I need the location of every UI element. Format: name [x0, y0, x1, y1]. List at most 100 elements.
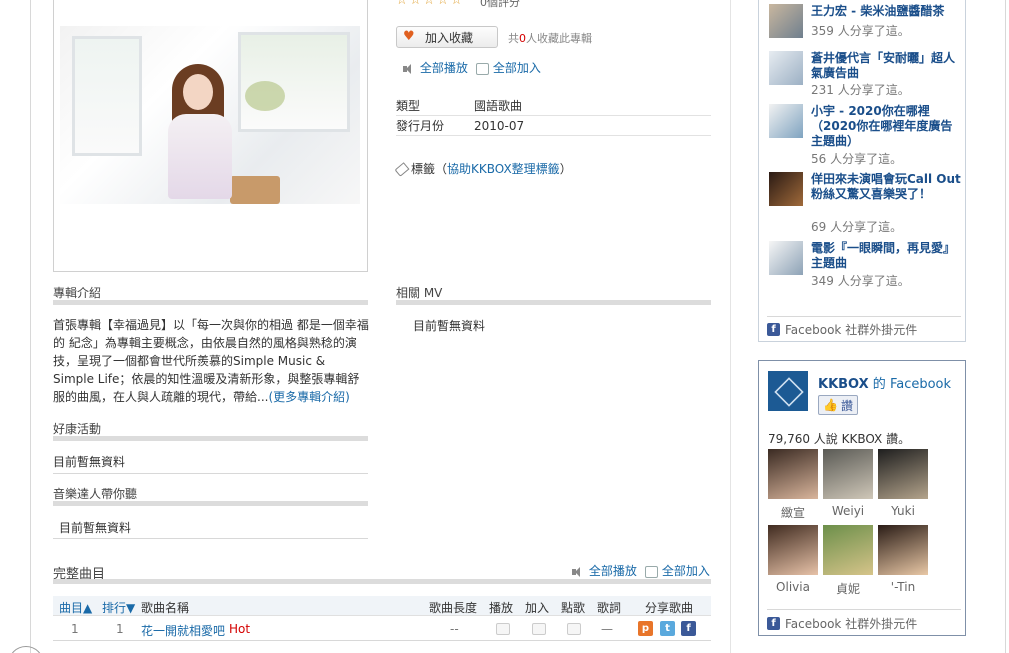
col-length: 歌曲長度 — [429, 601, 478, 615]
track-rank: 1 — [116, 622, 124, 636]
col-song-name: 歌曲名稱 — [141, 601, 190, 615]
share-count: 56 人分享了這。 — [811, 152, 903, 166]
events-empty-text: 目前暫無資料 — [53, 455, 126, 469]
mv-section-rule — [396, 300, 711, 305]
kkbox-logo-icon[interactable] — [768, 371, 808, 411]
share-count: 349 人分享了這。 — [811, 274, 910, 288]
help-tag-link[interactable]: 協助KKBOX整理標籤 — [447, 162, 560, 176]
facebook-activity-box: 王力宏 - 柴米油鹽醬醋茶 359 人分享了這。 蒼井優代言「安耐曬」超人氣廣告… — [758, 0, 966, 342]
col-play: 播放 — [489, 601, 514, 615]
col-add: 加入 — [525, 601, 550, 615]
lyrics-placeholder: — — [601, 622, 613, 636]
sort-by-rank[interactable]: 排行▼ — [102, 599, 135, 616]
share-thumbnail — [769, 104, 803, 138]
events-section-rule — [53, 436, 368, 441]
expert-section-title: 音樂達人帶你聽 — [53, 487, 138, 501]
intro-section-rule — [53, 300, 368, 305]
tracks-add-all-link[interactable]: 全部加入 — [645, 562, 710, 579]
rating-stars[interactable]: ☆☆☆☆☆ — [396, 0, 464, 8]
add-all-link[interactable]: 全部加入 — [476, 59, 541, 76]
share-count: 359 人分享了這。 — [811, 24, 910, 38]
facebook-icon: f — [767, 323, 780, 336]
add-favorite-label: 加入收藏 — [425, 30, 474, 45]
fan-item[interactable]: 緻宣 — [767, 449, 819, 521]
add-to-playlist-icon — [645, 565, 658, 578]
share-title[interactable]: 小宇 - 2020你在哪裡（2020你在哪裡年度廣告主題曲） — [811, 104, 963, 149]
page-frame-right — [1005, 0, 1006, 653]
track-length: -- — [450, 622, 459, 636]
fan-item[interactable]: '-Tin — [877, 525, 929, 594]
rating-count: 0個評分 — [480, 0, 520, 9]
page-frame-left — [30, 0, 31, 653]
avatar — [878, 449, 928, 499]
fan-item[interactable]: 貞妮 — [822, 525, 874, 597]
album-tags: 標籤（協助KKBOX整理標籤） — [394, 160, 572, 177]
speaker-icon — [402, 63, 416, 75]
intro-section-title: 專輯介紹 — [53, 286, 102, 300]
tag-icon — [394, 162, 410, 177]
sort-by-track-no[interactable]: 曲目▲ — [59, 599, 92, 616]
facebook-plugin-link[interactable]: f Facebook 社群外掛元件 — [767, 321, 917, 338]
tracks-section-rule — [53, 579, 711, 584]
tracks-play-all-link[interactable]: 全部播放 — [571, 562, 637, 579]
share-thumbnail — [769, 172, 803, 206]
share-count: 69 人分享了這。 — [811, 220, 903, 234]
avatar — [768, 525, 818, 575]
avatar — [768, 449, 818, 499]
share-title[interactable]: 蒼井優代言「安耐曬」超人氣廣告曲 — [811, 51, 963, 81]
play-all-link[interactable]: 全部播放 — [402, 59, 468, 76]
facebook-plugin-link[interactable]: f Facebook 社群外掛元件 — [767, 615, 917, 632]
share-title[interactable]: 佯田來未演唱會玩Call Out 粉絲又驚又喜樂哭了！ — [811, 172, 963, 202]
mv-empty-text: 目前暫無資料 — [413, 319, 486, 333]
column-divider — [730, 0, 731, 653]
track-name-link[interactable]: 花一開就相愛吧 — [141, 622, 225, 639]
album-intro-text: 首張專輯【幸福過見】以「每一次與你的相過 都是一個幸福的 紀念」為專輯主要概念，… — [53, 318, 369, 404]
fan-item[interactable]: Weiyi — [822, 449, 874, 518]
avatar — [823, 449, 873, 499]
events-section-title: 好康活動 — [53, 422, 102, 436]
thumbs-up-icon: 👍 — [823, 398, 838, 412]
scroll-indicator[interactable] — [8, 646, 44, 653]
hot-badge: Hot — [229, 622, 251, 636]
facebook-icon: f — [767, 617, 780, 630]
fan-count: 79,760 人說 KKBOX 讚。 — [768, 432, 911, 446]
col-lyrics: 歌詞 — [597, 601, 622, 615]
like-button[interactable]: 👍 讚 — [818, 395, 858, 415]
fan-item[interactable]: Yuki — [877, 449, 929, 518]
fan-item[interactable]: Olivia — [767, 525, 819, 594]
share-thumbnail — [769, 241, 803, 275]
order-song-button[interactable] — [567, 623, 581, 635]
share-title[interactable]: 王力宏 - 柴米油鹽醬醋茶 — [811, 4, 963, 19]
expert-section-rule — [53, 501, 368, 506]
info-row-genre: 類型 國語歌曲 — [396, 96, 711, 116]
expert-empty-text: 目前暫無資料 — [59, 521, 132, 535]
kkbox-page-link[interactable]: KKBOX — [818, 377, 869, 392]
album-info-table: 類型 國語歌曲 發行月份 2010-07 — [396, 96, 711, 136]
share-title[interactable]: 電影『一眼瞬間，再見愛』主題曲 — [811, 241, 963, 271]
col-order: 點歌 — [561, 601, 586, 615]
facebook-share-icon[interactable]: f — [681, 621, 696, 636]
album-cover-image[interactable] — [60, 26, 360, 204]
twitter-share-icon[interactable]: t — [660, 621, 675, 636]
mv-section-title: 相關 MV — [396, 286, 443, 300]
track-table-header: 曲目▲ 排行▼ 歌曲名稱 歌曲長度 播放 加入 點歌 歌詞 分享歌曲 — [53, 596, 711, 616]
info-row-release: 發行月份 2010-07 — [396, 116, 711, 136]
play-track-button[interactable] — [496, 623, 510, 635]
add-favorite-button[interactable]: ♥ 加入收藏 — [396, 26, 498, 48]
avatar — [823, 525, 873, 575]
facebook-like-box: KKBOX 的 Facebook 👍 讚 79,760 人說 KKBOX 讚。 緻… — [758, 360, 966, 636]
avatar — [878, 525, 928, 575]
col-share: 分享歌曲 — [645, 601, 694, 615]
add-to-playlist-icon — [476, 62, 489, 75]
heart-icon: ♥ — [403, 29, 415, 44]
share-count: 231 人分享了這。 — [811, 83, 910, 97]
speaker-icon — [571, 566, 585, 578]
fb-page-name: KKBOX 的 Facebook — [818, 377, 952, 392]
table-row: 1 1 花一開就相愛吧 Hot -- — p t f — [53, 618, 711, 640]
track-no: 1 — [71, 622, 79, 636]
more-intro-link[interactable]: (更多專輯介紹) — [268, 390, 349, 404]
plurk-share-icon[interactable]: p — [638, 621, 653, 636]
add-track-button[interactable] — [532, 623, 546, 635]
share-thumbnail — [769, 4, 803, 38]
favorite-count: 共0人收藏此專輯 — [508, 32, 592, 45]
